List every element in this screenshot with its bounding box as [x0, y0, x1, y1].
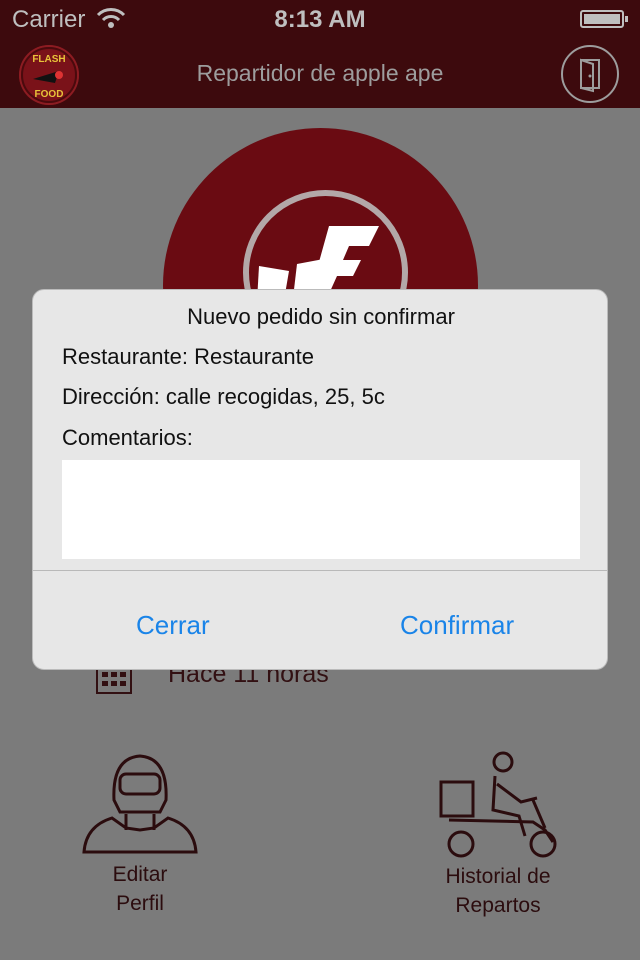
scooter-delivery-icon	[439, 751, 557, 858]
nav-title: Repartidor de apple ape	[196, 60, 444, 86]
new-order-alert: Nuevo pedido sin confirmar Restaurante: …	[32, 289, 608, 670]
status-bar: Carrier 8:13 AM	[0, 0, 640, 40]
nav-bar: FLASH FOOD Repartidor de apple ape	[0, 40, 640, 108]
address-text: Dirección: calle recogidas, 25, 5c	[62, 384, 385, 409]
svg-text:FOOD: FOOD	[35, 89, 64, 100]
edit-profile-label-1: Editar	[112, 863, 168, 886]
alert-divider	[33, 570, 607, 571]
clock: 8:13 AM	[274, 6, 366, 33]
comments-field[interactable]	[62, 460, 580, 559]
delivery-history-label-2: Repartos	[455, 894, 541, 917]
delivery-history-button[interactable]: Historial de Repartos	[428, 750, 568, 920]
edit-profile-label-2: Perfil	[116, 892, 164, 915]
close-button[interactable]: Cerrar	[136, 610, 210, 641]
door-exit-icon	[580, 58, 600, 93]
edit-profile-button[interactable]: Editar Perfil	[70, 750, 210, 918]
delivery-history-label-1: Historial de	[445, 865, 551, 888]
battery-icon	[580, 10, 628, 28]
alert-title: Nuevo pedido sin confirmar	[187, 304, 455, 329]
restaurant-text: Restaurante: Restaurante	[62, 344, 314, 369]
confirm-button[interactable]: Confirmar	[400, 610, 514, 641]
comments-label: Comentarios:	[62, 425, 193, 450]
logout-button[interactable]	[561, 45, 619, 103]
helmet-rider-icon	[82, 754, 198, 854]
